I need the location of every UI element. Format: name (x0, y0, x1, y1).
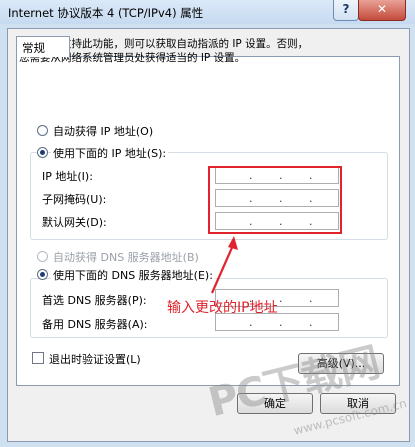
annotation-text: 输入更改的IP地址 (167, 300, 278, 316)
